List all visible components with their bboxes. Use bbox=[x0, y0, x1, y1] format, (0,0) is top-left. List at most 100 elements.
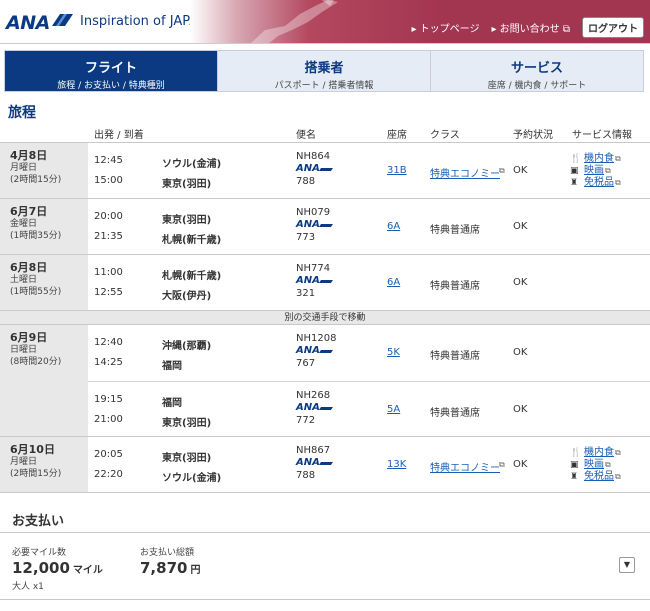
external-link-icon: ⧉ bbox=[615, 154, 621, 163]
service-item[interactable]: 🍴 機内食⧉ bbox=[570, 447, 621, 459]
itinerary-table-header: 出発 / 到着 便名 座席 クラス 予約状況 サービス情報 bbox=[0, 124, 650, 142]
seat-link[interactable]: 6A bbox=[387, 221, 400, 232]
flight-number: NH079 bbox=[296, 207, 331, 218]
payment-title: お支払い bbox=[12, 514, 65, 529]
total-value: 7,870 円 bbox=[140, 559, 201, 577]
departure-time: 19:15 bbox=[94, 394, 123, 405]
arrival-city: 札幌(新千歳) bbox=[162, 235, 222, 246]
ana-logo[interactable]: ANA bbox=[6, 12, 50, 34]
service-link[interactable]: 映画 bbox=[584, 459, 604, 470]
fare-class[interactable]: 特典エコノミー bbox=[430, 165, 500, 180]
tab-subtitle: パスポート / 搭乗者情報 bbox=[274, 81, 374, 91]
arrival-city: 東京(羽田) bbox=[162, 179, 212, 190]
service-link[interactable]: 免税品 bbox=[584, 177, 614, 188]
service-link[interactable]: 機内食 bbox=[584, 153, 614, 164]
payment-details-toggle[interactable]: ▼ bbox=[619, 557, 635, 573]
nav-contact[interactable]: ▸ お問い合わせ ⧉ bbox=[491, 20, 570, 35]
external-link-icon: ⧉ bbox=[615, 472, 621, 481]
booking-status: OK bbox=[513, 404, 528, 415]
arrival-city: 東京(羽田) bbox=[162, 418, 212, 429]
ana-carrier-icon: ANA bbox=[296, 275, 335, 286]
flight-segment: 19:15 福岡 21:00 東京(羽田) NH268 ANA 772 5A 特典普通席 OK bbox=[88, 381, 650, 437]
flight-number: NH867 bbox=[296, 445, 331, 456]
payment-summary: 必要マイル数 12,000 マイル 大人 x1 お支払い総額 7,870 円 ▼ bbox=[0, 532, 650, 600]
service-item[interactable]: ♜ 免税品⧉ bbox=[570, 177, 621, 189]
itinerary-day: 4月8日 月曜日 (2時間15分) 12:45 ソウル(金浦) 15:00 東京(羽田) NH… bbox=[0, 142, 650, 198]
tab-flight[interactable]: フライト 旅程 / お支払い / 特典種別 bbox=[5, 51, 217, 91]
external-link-icon: ⧉ bbox=[615, 178, 621, 187]
arrival-time: 14:25 bbox=[94, 357, 123, 368]
miles-value: 12,000 マイル bbox=[12, 559, 103, 577]
flight-number: NH774 bbox=[296, 263, 331, 274]
departure-city: 東京(羽田) bbox=[162, 215, 212, 226]
seat-link[interactable]: 13K bbox=[387, 459, 406, 470]
departure-time: 12:40 bbox=[94, 337, 123, 348]
booking-status: OK bbox=[513, 459, 528, 470]
external-link-icon: ⧉ bbox=[499, 166, 505, 175]
day-weekday: 月曜日 bbox=[10, 163, 38, 173]
seat-link[interactable]: 31B bbox=[387, 165, 407, 176]
fare-class: 特典普通席 bbox=[430, 408, 480, 419]
day-duration: (1時間35分) bbox=[10, 231, 62, 241]
movie-icon: ▣ bbox=[570, 460, 579, 470]
nav-top-page[interactable]: ▸ トップページ bbox=[411, 20, 479, 35]
service-link[interactable]: 機内食 bbox=[584, 447, 614, 458]
logout-button[interactable]: ログアウト bbox=[582, 17, 644, 38]
day-date-cell: 6月9日 日曜日 (8時間20分) bbox=[0, 325, 88, 436]
arrival-city: ソウル(金浦) bbox=[162, 473, 222, 484]
seat-link[interactable]: 5K bbox=[387, 347, 400, 358]
aircraft-type: 772 bbox=[296, 415, 316, 426]
departure-city: 札幌(新千歳) bbox=[162, 271, 222, 282]
flight-number: NH864 bbox=[296, 151, 331, 162]
service-item[interactable]: ♜ 免税品⧉ bbox=[570, 471, 621, 483]
duty-free-icon: ♜ bbox=[570, 178, 579, 188]
itinerary-title: 旅程 bbox=[8, 105, 36, 121]
header-nav: ▸ トップページ ▸ お問い合わせ ⧉ ログアウト bbox=[411, 17, 644, 38]
external-link-icon: ⧉ bbox=[615, 448, 621, 457]
itinerary-day: 6月10日 月曜日 (2時間15分) 20:05 東京(羽田) 22:20 ソウル(金浦) N… bbox=[0, 436, 650, 492]
col-status: 予約状況 bbox=[513, 130, 553, 141]
booking-status: OK bbox=[513, 165, 528, 176]
japan-map-icon bbox=[251, 0, 338, 43]
booking-status: OK bbox=[513, 347, 528, 358]
departure-city: 福岡 bbox=[162, 398, 182, 409]
fare-class: 特典普通席 bbox=[430, 351, 480, 362]
service-link[interactable]: 免税品 bbox=[584, 471, 614, 482]
flight-segment: 20:00 東京(羽田) 21:35 札幌(新千歳) NH079 ANA 773 6A 特典普通… bbox=[88, 199, 650, 255]
external-link-icon: ⧉ bbox=[559, 24, 570, 35]
departure-city: 沖縄(那覇) bbox=[162, 341, 212, 352]
arrival-time: 15:00 bbox=[94, 175, 123, 186]
arrival-time: 21:00 bbox=[94, 414, 123, 425]
fare-class[interactable]: 特典エコノミー bbox=[430, 459, 500, 474]
day-date: 4月8日 bbox=[10, 149, 48, 162]
transfer-note: 別の交通手段で移動 bbox=[0, 310, 650, 324]
booking-status: OK bbox=[513, 277, 528, 288]
flight-segment: 12:45 ソウル(金浦) 15:00 東京(羽田) NH864 ANA 788 31B 特典エ… bbox=[88, 143, 650, 199]
itinerary-day: 6月7日 金曜日 (1時間35分) 20:00 東京(羽田) 21:35 札幌(新千歳) NH… bbox=[0, 198, 650, 254]
tab-subtitle: 座席 / 機内食 / サポート bbox=[487, 81, 587, 91]
day-date-cell: 4月8日 月曜日 (2時間15分) bbox=[0, 143, 88, 198]
seat-link[interactable]: 5A bbox=[387, 404, 400, 415]
tab-service[interactable]: サービス 座席 / 機内食 / サポート bbox=[430, 51, 643, 91]
tab-passenger[interactable]: 搭乗者 パスポート / 搭乗者情報 bbox=[217, 51, 430, 91]
service-item[interactable]: ▣ 映画⧉ bbox=[570, 459, 621, 471]
flight-segment: 12:40 沖縄(那覇) 14:25 福岡 NH1208 ANA 767 5K 特典普通席 OK bbox=[88, 325, 650, 381]
arrival-city: 大阪(伊丹) bbox=[162, 291, 212, 302]
seat-link[interactable]: 6A bbox=[387, 277, 400, 288]
departure-city: 東京(羽田) bbox=[162, 453, 212, 464]
service-item[interactable]: ▣ 映画⧉ bbox=[570, 165, 621, 177]
flight-segment: 20:05 東京(羽田) 22:20 ソウル(金浦) NH867 ANA 788 13K 特典エ… bbox=[88, 437, 650, 493]
step-tabs: フライト 旅程 / お支払い / 特典種別 搭乗者 パスポート / 搭乗者情報 サー… bbox=[4, 50, 644, 92]
external-link-icon: ⧉ bbox=[499, 460, 505, 469]
meal-icon: 🍴 bbox=[570, 448, 582, 458]
service-info: 🍴 機内食⧉ ▣ 映画⧉ ♜ 免税品⧉ bbox=[570, 153, 621, 189]
tab-title: フライト bbox=[84, 61, 137, 76]
ana-carrier-icon: ANA bbox=[296, 402, 335, 413]
duty-free-icon: ♜ bbox=[570, 472, 579, 482]
service-link[interactable]: 映画 bbox=[584, 165, 604, 176]
flight-number: NH1208 bbox=[296, 333, 337, 344]
departure-time: 11:00 bbox=[94, 267, 123, 278]
day-duration: (8時間20分) bbox=[10, 357, 62, 367]
service-item[interactable]: 🍴 機内食⧉ bbox=[570, 153, 621, 165]
col-dep-arr: 出発 / 到着 bbox=[94, 130, 144, 141]
